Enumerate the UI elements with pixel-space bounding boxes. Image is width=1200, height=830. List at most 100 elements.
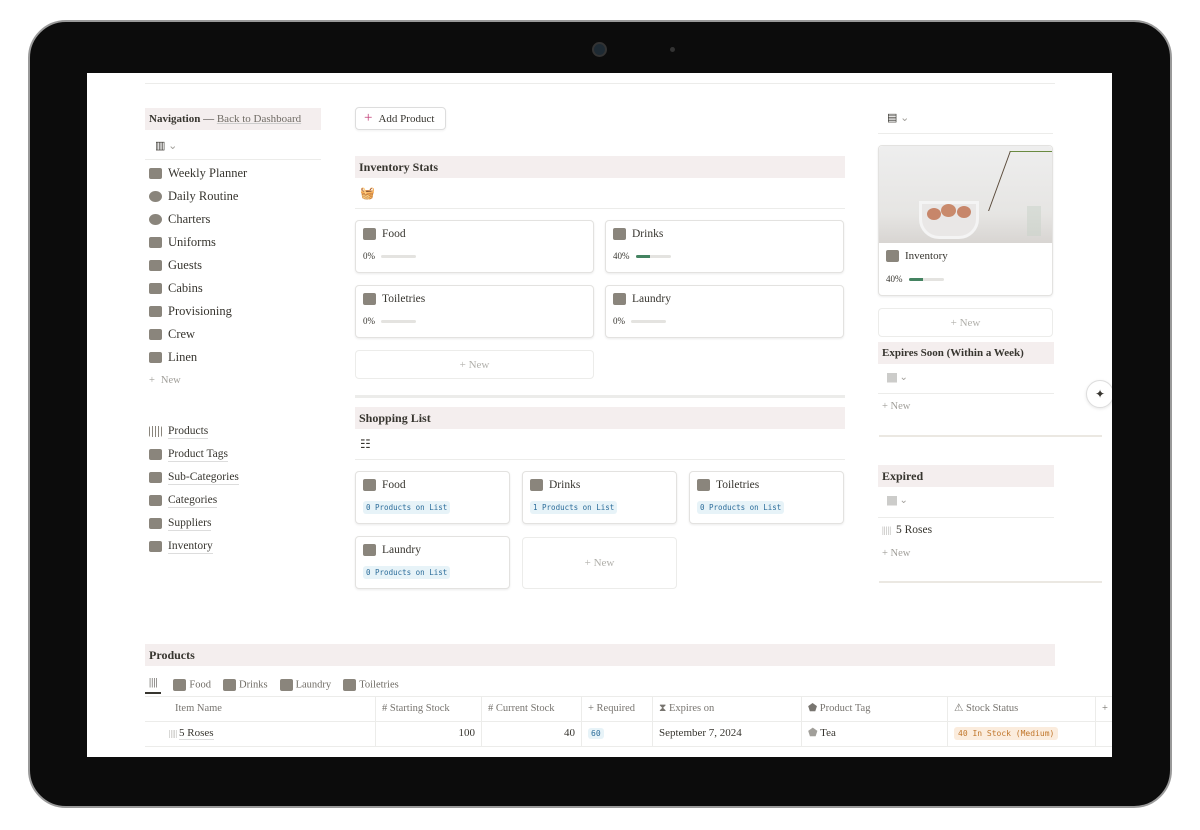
stat-card-laundry[interactable]: Laundry 0% xyxy=(605,285,844,338)
shopping-card-drinks[interactable]: Drinks 1 Products on List xyxy=(522,471,677,524)
card-title: Inventory xyxy=(905,250,948,262)
nav-item-daily-routine[interactable]: Daily Routine xyxy=(149,185,319,208)
link-label: Sub-Categories xyxy=(168,471,239,485)
progress-fill xyxy=(908,277,923,281)
view-switcher[interactable]: ||||| ⌄ xyxy=(887,495,908,506)
progress-bar xyxy=(635,254,671,258)
column-header-item-name[interactable]: Item Name xyxy=(145,697,376,721)
bathtub-icon xyxy=(363,293,376,305)
column-header-required[interactable]: + Required xyxy=(582,697,653,721)
shopping-list-header: Shopping List xyxy=(355,407,845,429)
navigation-header: Navigation — Back to Dashboard xyxy=(145,108,321,130)
checklist-icon[interactable]: ☷ xyxy=(360,437,371,452)
basket-icon[interactable]: 🧺 xyxy=(360,186,375,201)
link-label: Products xyxy=(168,425,209,439)
column-header-product-tag[interactable]: ⬟ Product Tag xyxy=(802,697,948,721)
link-sub-categories[interactable]: Sub-Categories xyxy=(149,466,319,489)
nav-item-charters[interactable]: Charters xyxy=(149,208,319,231)
nav-item-weekly-planner[interactable]: Weekly Planner xyxy=(149,162,319,185)
view-switcher[interactable]: ▤ ⌄ xyxy=(887,111,909,124)
link-categories[interactable]: Categories xyxy=(149,489,319,512)
cell-product-tag[interactable]: ⬟ Tea xyxy=(802,721,948,746)
nav-label: Guests xyxy=(168,258,203,272)
products-table: Item Name # Starting Stock # Current Sto… xyxy=(145,697,1112,747)
barcode-icon: ||||| xyxy=(882,525,892,535)
link-suppliers[interactable]: Suppliers xyxy=(149,512,319,535)
stock-status-badge: 40 In Stock (Medium) xyxy=(954,727,1059,740)
tab-toiletries[interactable]: Toiletries xyxy=(343,679,399,691)
link-label: Categories xyxy=(168,494,218,508)
tag-icon: ⬟ xyxy=(808,727,821,739)
plus-icon: + xyxy=(364,110,373,126)
back-to-dashboard-link[interactable]: Back to Dashboard xyxy=(217,113,301,125)
cell-required[interactable]: 60 xyxy=(582,721,653,746)
bathtub-icon xyxy=(697,479,710,491)
tag-icon: ⬟ xyxy=(808,703,818,714)
nav-item-cabins[interactable]: Cabins xyxy=(149,277,319,300)
tab-laundry[interactable]: Laundry xyxy=(279,679,331,691)
progress-bar xyxy=(631,319,666,323)
ai-sparkle-button[interactable]: ✦ xyxy=(1086,380,1112,408)
tab-all-barcode-icon[interactable]: |||| xyxy=(145,677,162,694)
add-column-button[interactable]: + xyxy=(1096,697,1112,721)
card-title: Toiletries xyxy=(716,479,760,491)
add-product-button[interactable]: + Add Product xyxy=(355,107,446,130)
history-icon xyxy=(149,191,162,202)
tab-drinks[interactable]: Drinks xyxy=(223,679,268,691)
chevron-down-icon: ⌄ xyxy=(899,372,908,383)
new-stat-card-button[interactable]: + New xyxy=(355,350,594,379)
cell-starting-stock[interactable]: 100 xyxy=(376,721,482,746)
header-label: Expires on xyxy=(669,703,715,714)
stat-card-drinks[interactable]: Drinks 40% xyxy=(605,220,844,273)
view-tabs: |||| Food Drinks Laundry Toiletries xyxy=(145,674,399,696)
shopping-card-food[interactable]: Food 0 Products on List xyxy=(355,471,510,524)
group-icon xyxy=(149,329,162,340)
view-switcher[interactable]: ▥ ⌄ xyxy=(155,139,177,152)
link-inventory[interactable]: Inventory xyxy=(149,535,319,558)
stat-card-food[interactable]: Food 0% xyxy=(355,220,594,273)
expired-item[interactable]: ||||| 5 Roses xyxy=(882,524,932,536)
column-header-expires-on[interactable]: ⧗ Expires on xyxy=(653,697,802,721)
link-products[interactable]: Products xyxy=(149,420,319,443)
card-title: Drinks xyxy=(549,479,581,491)
nav-item-provisioning[interactable]: Provisioning xyxy=(149,300,319,323)
column-header-starting-stock[interactable]: # Starting Stock xyxy=(376,697,482,721)
nav-new-button[interactable]: + New xyxy=(149,369,319,392)
item-name: 5 Roses xyxy=(896,524,933,536)
nav-label: Weekly Planner xyxy=(168,166,248,180)
nav-item-uniforms[interactable]: Uniforms xyxy=(149,231,319,254)
link-product-tags[interactable]: Product Tags xyxy=(149,443,319,466)
expires-soon-new-button[interactable]: + New xyxy=(882,401,910,412)
nav-item-guests[interactable]: Guests xyxy=(149,254,319,277)
sparkle-icon: ✦ xyxy=(1094,386,1106,401)
truck-icon xyxy=(149,518,162,529)
column-header-current-stock[interactable]: # Current Stock xyxy=(482,697,582,721)
view-switcher[interactable]: ||||| ⌄ xyxy=(887,372,908,383)
column-header-stock-status[interactable]: ⚠ Stock Status xyxy=(948,697,1096,721)
link-label: Product Tags xyxy=(168,448,228,462)
percent: 0% xyxy=(363,316,375,326)
new-inventory-button[interactable]: + New xyxy=(878,308,1053,337)
cell-item-name[interactable]: ||||| 5 Roses xyxy=(145,721,376,746)
shopping-card-laundry[interactable]: Laundry 0 Products on List xyxy=(355,536,510,589)
separator: — xyxy=(200,113,217,125)
link-label: Suppliers xyxy=(168,517,212,531)
cell-stock-status[interactable]: 40 In Stock (Medium) xyxy=(948,721,1096,746)
card-title: Food xyxy=(382,479,406,491)
shopping-card-toiletries[interactable]: Toiletries 0 Products on List xyxy=(689,471,844,524)
stat-card-toiletries[interactable]: Toiletries 0% xyxy=(355,285,594,338)
tab-food[interactable]: Food xyxy=(173,679,211,691)
nav-item-crew[interactable]: Crew xyxy=(149,323,319,346)
cell-current-stock[interactable]: 40 xyxy=(482,721,582,746)
card-title: Toiletries xyxy=(382,293,426,305)
cell-expires-on[interactable]: September 7, 2024 xyxy=(653,721,802,746)
new-shopping-card-button[interactable]: + New xyxy=(522,537,677,589)
nav-item-linen[interactable]: Linen xyxy=(149,346,319,369)
new-label: New xyxy=(890,401,911,412)
header-label: Current Stock xyxy=(495,703,555,714)
nav-label: Daily Routine xyxy=(168,189,239,203)
expired-new-button[interactable]: + New xyxy=(882,548,910,559)
inventory-gallery-card[interactable]: Inventory 40% xyxy=(878,145,1053,296)
chevron-down-icon: ⌄ xyxy=(899,495,908,506)
progress-bar xyxy=(908,277,944,281)
